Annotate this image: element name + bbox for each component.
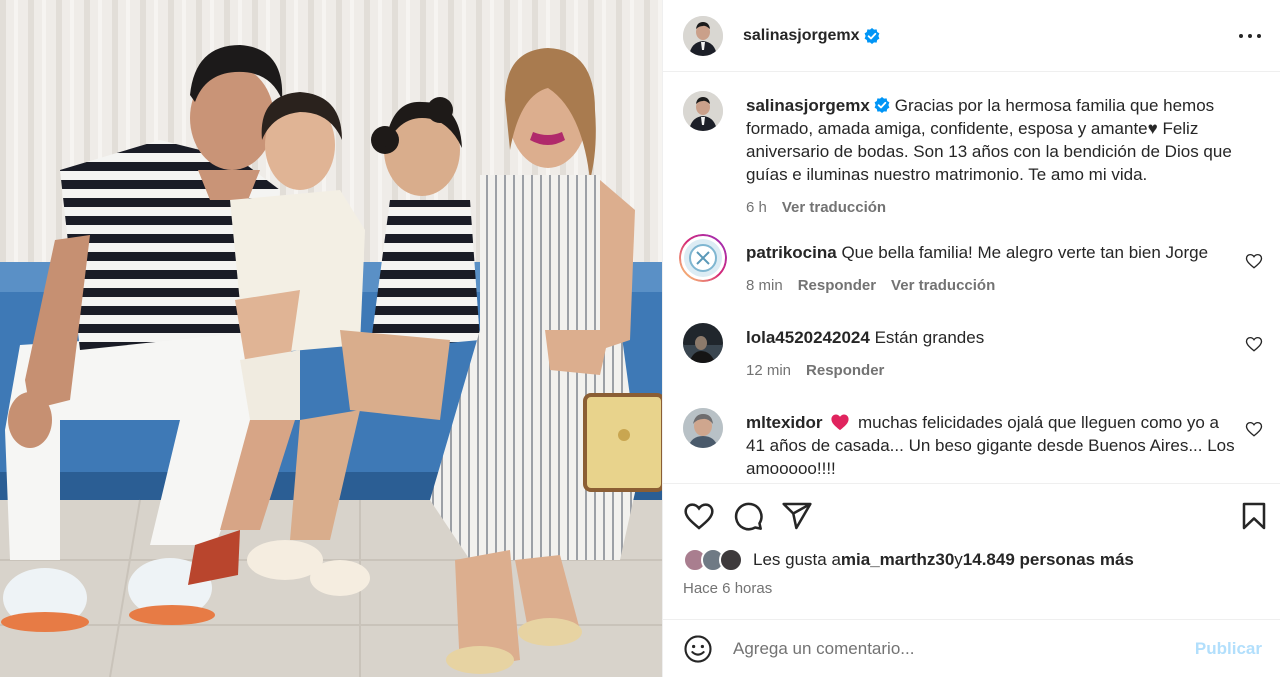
comment-username[interactable]: patrikocina (746, 243, 837, 262)
likes-count[interactable]: 14.849 personas más (963, 550, 1134, 570)
comment-row: mltexidor muchas felicidades ojalá que l… (683, 408, 1266, 480)
caption-meta: 6 h Ver traducción (746, 196, 1241, 219)
post-timestamp[interactable]: Hace 6 horas (683, 580, 772, 597)
comment-username[interactable]: mltexidor (746, 413, 823, 432)
caption-row: salinasjorgemx Gracias por la hermosa fam… (683, 91, 1266, 219)
verified-badge-icon (864, 27, 879, 44)
like-comment-heart-icon[interactable] (1245, 335, 1263, 353)
caption-avatar-image (683, 91, 723, 131)
post-photo[interactable] (0, 0, 662, 677)
post-actions-bar (663, 483, 1280, 543)
caption-translate-button[interactable]: Ver traducción (782, 196, 886, 219)
comment-text: Que bella familia! Me alegro verte tan b… (841, 243, 1209, 262)
add-comment-input[interactable] (733, 638, 1195, 659)
instagram-post-modal: salinasjorgemx salinasjorgemx Gracias po… (0, 0, 1280, 677)
family-photo (0, 0, 662, 677)
comment-text: Están grandes (874, 328, 985, 347)
caption-avatar[interactable] (683, 91, 723, 131)
comment-body: patrikocina Que bella familia! Me alegro… (746, 238, 1241, 297)
liker-avatars[interactable] (683, 548, 743, 572)
likes-middle: y (954, 550, 963, 569)
comment-row: lola4520242024 Están grandes 12 min Resp… (683, 323, 1266, 382)
comment-icon[interactable] (732, 500, 764, 532)
comment-avatar-lola[interactable] (683, 323, 723, 363)
more-options-icon[interactable] (1236, 24, 1264, 48)
like-comment-heart-icon[interactable] (1245, 420, 1263, 438)
save-bookmark-icon[interactable] (1238, 500, 1270, 532)
caption-username[interactable]: salinasjorgemx (746, 96, 870, 115)
caption-age[interactable]: 6 h (746, 196, 767, 219)
author-avatar-image (683, 15, 723, 56)
comment-age[interactable]: 12 min (746, 359, 791, 382)
liker-username[interactable]: mia_marthz30 (841, 550, 954, 570)
caption-heart: ♥ (1147, 119, 1158, 138)
author-avatar[interactable] (683, 15, 723, 56)
reply-button[interactable]: Responder (798, 274, 876, 297)
likes-summary: Les gusta a mia_marthz30 y 14.849 person… (683, 548, 1134, 572)
comment-avatar-image (683, 408, 723, 448)
comment-avatar-mltexidor[interactable] (683, 408, 723, 448)
post-details-panel: salinasjorgemx salinasjorgemx Gracias po… (662, 0, 1280, 677)
share-paper-plane-icon[interactable] (781, 500, 813, 532)
red-heart-emoji-icon (831, 414, 849, 431)
post-header: salinasjorgemx (663, 0, 1280, 72)
like-comment-heart-icon[interactable] (1245, 252, 1263, 270)
translate-button[interactable]: Ver traducción (891, 274, 995, 297)
story-ring-avatar-image (679, 234, 727, 282)
reply-button[interactable]: Responder (806, 359, 884, 382)
comment-username[interactable]: lola4520242024 (746, 328, 870, 347)
author-username[interactable]: salinasjorgemx (743, 27, 860, 45)
like-heart-icon[interactable] (683, 500, 715, 532)
comment-avatar-image (683, 323, 723, 363)
comment-composer: Publicar (663, 619, 1280, 677)
caption-body: salinasjorgemx Gracias por la hermosa fam… (746, 91, 1241, 219)
comment-body: lola4520242024 Están grandes 12 min Resp… (746, 323, 1241, 382)
post-comment-button[interactable]: Publicar (1195, 639, 1262, 659)
liker-avatar (719, 548, 743, 572)
comment-age[interactable]: 8 min (746, 274, 783, 297)
likes-prefix: Les gusta a (753, 550, 841, 569)
comments-list: salinasjorgemx Gracias por la hermosa fam… (663, 73, 1280, 483)
comment-meta: 12 min Responder (746, 359, 1241, 382)
comment-row: patrikocina Que bella familia! Me alegro… (679, 234, 1266, 297)
comment-avatar-patrikocina[interactable] (679, 234, 727, 282)
caption-verified-icon (874, 97, 890, 113)
comment-body: mltexidor muchas felicidades ojalá que l… (746, 408, 1241, 480)
emoji-icon[interactable] (683, 634, 713, 664)
comment-meta: 8 min Responder Ver traducción (746, 274, 1241, 297)
